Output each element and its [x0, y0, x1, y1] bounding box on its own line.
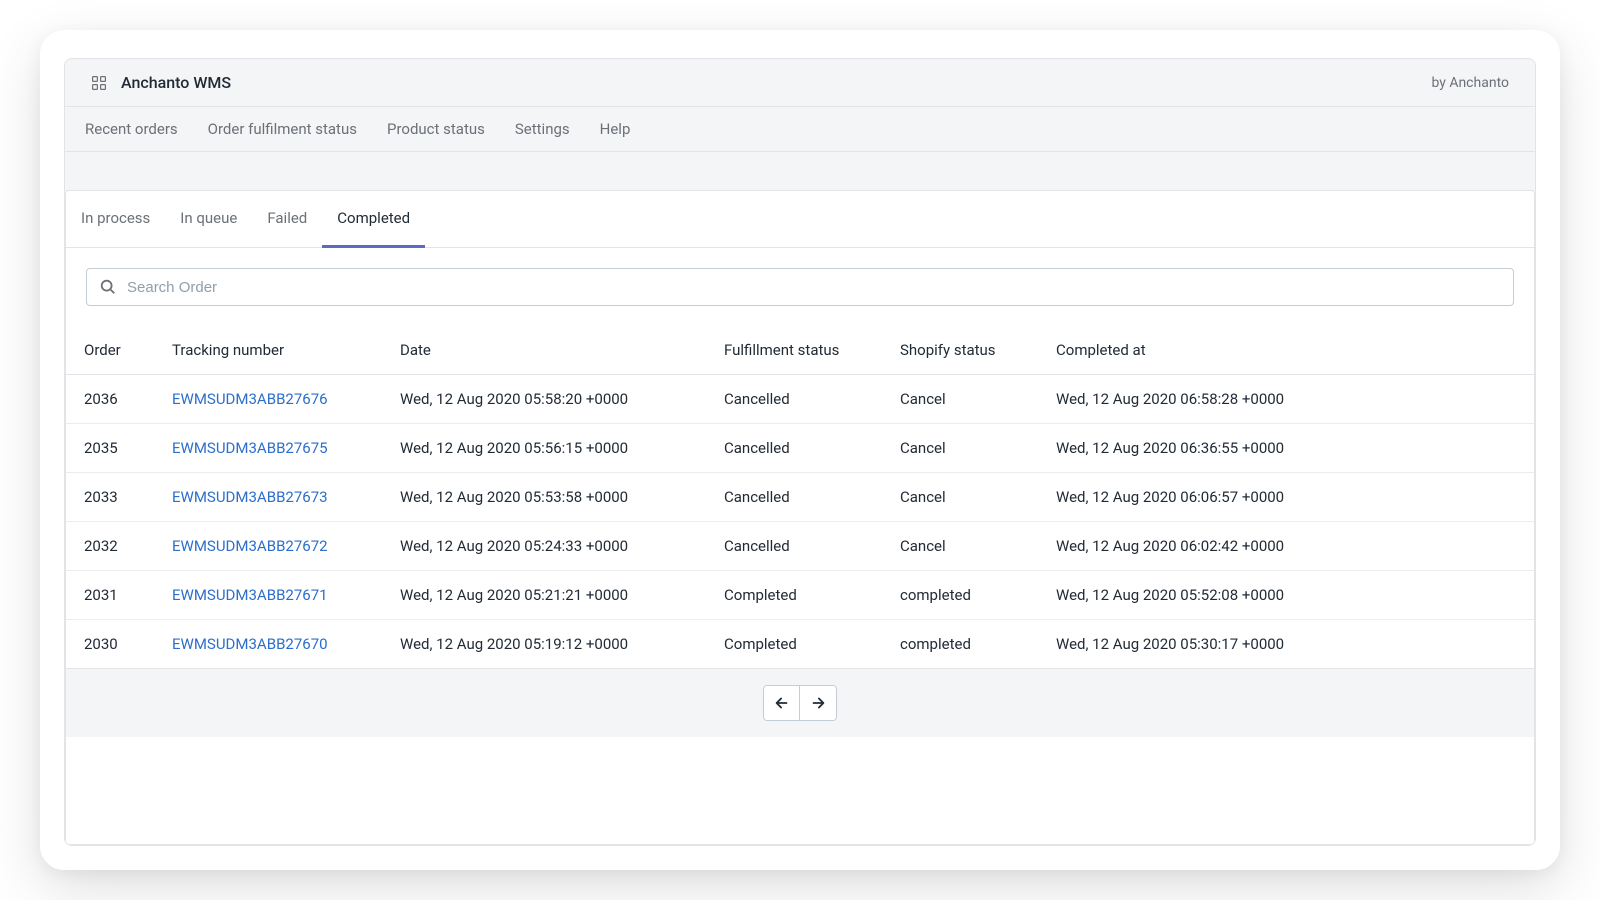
orders-table: Order Tracking number Date Fulfillment s…	[66, 326, 1534, 668]
cell-order: 2036	[84, 390, 172, 408]
search-icon	[99, 278, 117, 296]
th-shopify: Shopify status	[900, 341, 1056, 359]
cell-fulfillment: Cancelled	[724, 488, 900, 506]
primary-nav: Recent orders Order fulfilment status Pr…	[65, 107, 1535, 152]
orders-card: In process In queue Failed Completed	[65, 190, 1535, 845]
th-fulfillment: Fulfillment status	[724, 341, 900, 359]
cell-fulfillment: Cancelled	[724, 537, 900, 555]
table-row: 2035 EWMSUDM3ABB27675 Wed, 12 Aug 2020 0…	[66, 424, 1534, 473]
nav-order-fulfilment[interactable]: Order fulfilment status	[208, 120, 357, 138]
search-box[interactable]	[86, 268, 1514, 306]
cell-shopify: Cancel	[900, 390, 1056, 408]
th-completed-at: Completed at	[1056, 341, 1516, 359]
content-area: In process In queue Failed Completed	[65, 152, 1535, 845]
th-tracking: Tracking number	[172, 341, 400, 359]
th-order: Order	[84, 341, 172, 359]
app-top-bar-left: Anchanto WMS	[91, 73, 231, 92]
main-panel: Anchanto WMS by Anchanto Recent orders O…	[64, 58, 1536, 846]
th-date: Date	[400, 341, 724, 359]
cell-order: 2032	[84, 537, 172, 555]
table-header: Order Tracking number Date Fulfillment s…	[66, 326, 1534, 375]
app-title: Anchanto WMS	[121, 73, 231, 92]
tracking-link[interactable]: EWMSUDM3ABB27670	[172, 635, 400, 653]
table-row: 2032 EWMSUDM3ABB27672 Wed, 12 Aug 2020 0…	[66, 522, 1534, 571]
tab-completed[interactable]: Completed	[322, 191, 425, 248]
status-tabs: In process In queue Failed Completed	[66, 191, 1534, 248]
pager-next-button[interactable]	[800, 686, 836, 720]
app-icon	[91, 75, 107, 91]
cell-fulfillment: Completed	[724, 635, 900, 653]
cell-shopify: Cancel	[900, 488, 1056, 506]
cell-completed-at: Wed, 12 Aug 2020 06:36:55 +0000	[1056, 439, 1516, 457]
table-row: 2031 EWMSUDM3ABB27671 Wed, 12 Aug 2020 0…	[66, 571, 1534, 620]
cell-completed-at: Wed, 12 Aug 2020 05:30:17 +0000	[1056, 635, 1516, 653]
tracking-link[interactable]: EWMSUDM3ABB27676	[172, 390, 400, 408]
app-top-bar: Anchanto WMS by Anchanto	[65, 59, 1535, 107]
tracking-link[interactable]: EWMSUDM3ABB27672	[172, 537, 400, 555]
nav-product-status[interactable]: Product status	[387, 120, 485, 138]
tracking-link[interactable]: EWMSUDM3ABB27671	[172, 586, 400, 604]
table-row: 2033 EWMSUDM3ABB27673 Wed, 12 Aug 2020 0…	[66, 473, 1534, 522]
cell-date: Wed, 12 Aug 2020 05:21:21 +0000	[400, 586, 724, 604]
pager	[763, 685, 837, 721]
cell-order: 2033	[84, 488, 172, 506]
arrow-right-icon	[809, 694, 827, 712]
app-byline: by Anchanto	[1431, 75, 1509, 91]
cell-fulfillment: Cancelled	[724, 439, 900, 457]
cell-shopify: completed	[900, 586, 1056, 604]
cell-shopify: completed	[900, 635, 1056, 653]
cell-order: 2035	[84, 439, 172, 457]
cell-fulfillment: Completed	[724, 586, 900, 604]
cell-shopify: Cancel	[900, 537, 1056, 555]
cell-completed-at: Wed, 12 Aug 2020 05:52:08 +0000	[1056, 586, 1516, 604]
search-input[interactable]	[127, 279, 1501, 296]
cell-date: Wed, 12 Aug 2020 05:56:15 +0000	[400, 439, 724, 457]
table-row: 2030 EWMSUDM3ABB27670 Wed, 12 Aug 2020 0…	[66, 620, 1534, 668]
tab-in-process[interactable]: In process	[66, 191, 165, 248]
cell-completed-at: Wed, 12 Aug 2020 06:58:28 +0000	[1056, 390, 1516, 408]
pager-prev-button[interactable]	[764, 686, 800, 720]
outer-card: Anchanto WMS by Anchanto Recent orders O…	[40, 30, 1560, 870]
cell-date: Wed, 12 Aug 2020 05:19:12 +0000	[400, 635, 724, 653]
cell-shopify: Cancel	[900, 439, 1056, 457]
tracking-link[interactable]: EWMSUDM3ABB27673	[172, 488, 400, 506]
cell-date: Wed, 12 Aug 2020 05:24:33 +0000	[400, 537, 724, 555]
nav-recent-orders[interactable]: Recent orders	[85, 120, 178, 138]
cell-fulfillment: Cancelled	[724, 390, 900, 408]
cell-completed-at: Wed, 12 Aug 2020 06:06:57 +0000	[1056, 488, 1516, 506]
search-wrapper	[66, 248, 1534, 326]
nav-help[interactable]: Help	[600, 120, 631, 138]
cell-order: 2030	[84, 635, 172, 653]
arrow-left-icon	[773, 694, 791, 712]
table-body: 2036 EWMSUDM3ABB27676 Wed, 12 Aug 2020 0…	[66, 375, 1534, 668]
table-row: 2036 EWMSUDM3ABB27676 Wed, 12 Aug 2020 0…	[66, 375, 1534, 424]
nav-settings[interactable]: Settings	[515, 120, 570, 138]
tracking-link[interactable]: EWMSUDM3ABB27675	[172, 439, 400, 457]
cell-date: Wed, 12 Aug 2020 05:58:20 +0000	[400, 390, 724, 408]
tab-failed[interactable]: Failed	[252, 191, 322, 248]
cell-order: 2031	[84, 586, 172, 604]
cell-completed-at: Wed, 12 Aug 2020 06:02:42 +0000	[1056, 537, 1516, 555]
cell-date: Wed, 12 Aug 2020 05:53:58 +0000	[400, 488, 724, 506]
tab-in-queue[interactable]: In queue	[165, 191, 252, 248]
pagination-bar	[66, 668, 1534, 737]
